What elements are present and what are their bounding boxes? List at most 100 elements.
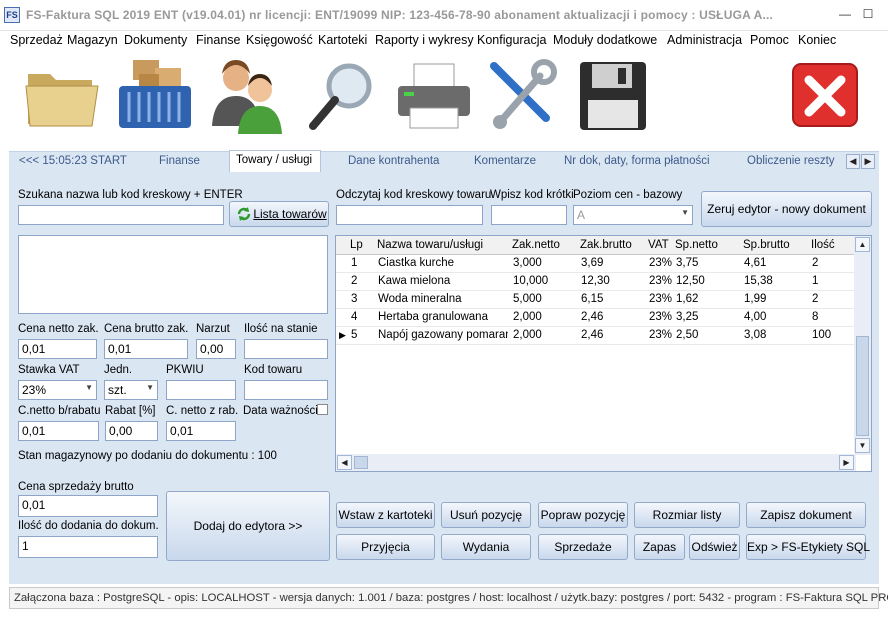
list-products-label: Lista towarów	[253, 207, 327, 221]
edit-item-button[interactable]: Popraw pozycję	[538, 502, 628, 528]
folder-icon[interactable]	[22, 56, 102, 136]
cnetto-zrab-input[interactable]: 0,01	[166, 421, 236, 441]
ilosc-na-stanie-input[interactable]	[244, 339, 328, 359]
col-nazwa[interactable]: Nazwa towaru/usługi	[377, 239, 483, 251]
items-grid[interactable]: Lp Nazwa towaru/usługi Zak.netto Zak.bru…	[335, 235, 872, 472]
menu-kartoteki[interactable]: Kartoteki	[318, 33, 367, 47]
scroll-down-icon[interactable]: ▼	[855, 438, 870, 453]
hscroll-thumb[interactable]	[354, 456, 368, 469]
issues-button[interactable]: Wydania	[441, 534, 531, 560]
shortcode-input[interactable]	[491, 205, 567, 225]
rabat-input[interactable]: 0,00	[105, 421, 158, 441]
grid-vertical-scrollbar[interactable]: ▲ ▼	[854, 236, 871, 455]
menu-magazyn[interactable]: Magazyn	[67, 33, 118, 47]
printer-icon[interactable]	[394, 56, 474, 136]
stawka-vat-label: Stawka VAT	[18, 364, 80, 376]
col-ilosc[interactable]: Ilość	[811, 239, 835, 251]
cell-sp-brutto: 4,00	[744, 311, 767, 323]
cell-nazwa: Kawa mielona	[378, 275, 451, 287]
stock-reserve-button[interactable]: Zapas	[634, 534, 685, 560]
search-label: Szukana nazwa lub kod kreskowy + ENTER	[18, 189, 243, 201]
price-level-select[interactable]: A ▼	[573, 205, 693, 225]
add-to-editor-button[interactable]: Dodaj do edytora >>	[166, 491, 330, 561]
col-vat[interactable]: VAT	[648, 239, 669, 251]
menu-sprzedaz[interactable]: Sprzedaż	[10, 33, 63, 47]
menu-konfiguracja[interactable]: Konfiguracja	[477, 33, 547, 47]
save-document-button[interactable]: Zapisz dokument	[746, 502, 866, 528]
col-zak-netto[interactable]: Zak.netto	[512, 239, 560, 251]
cell-vat: 23%	[649, 257, 673, 269]
cena-brutto-zak-input[interactable]: 0,01	[104, 339, 188, 359]
table-row[interactable]: 1 Ciastka kurche 3,000 3,69 23% 3,75 4,6…	[336, 255, 854, 273]
reset-editor-button[interactable]: Zeruj edytor - nowy dokument	[701, 191, 872, 227]
data-waznosci-checkbox[interactable]	[317, 404, 328, 415]
scroll-up-icon[interactable]: ▲	[855, 237, 870, 252]
cell-nazwa: Napój gazowany pomarańc	[378, 329, 508, 341]
sales-button[interactable]: Sprzedaże	[538, 534, 628, 560]
tab-dane-kontrahenta[interactable]: Dane kontrahenta	[348, 155, 439, 167]
table-row[interactable]: 3 Woda mineralna 5,000 6,15 23% 1,62 1,9…	[336, 291, 854, 309]
menu-pomoc[interactable]: Pomoc	[750, 33, 789, 47]
scroll-thumb[interactable]	[856, 336, 869, 436]
cell-sp-netto: 12,50	[676, 275, 705, 287]
jedn-select[interactable]: szt. ▼	[104, 380, 158, 400]
tab-nr-dok[interactable]: Nr dok, daty, forma płatności	[564, 155, 710, 167]
receipts-button[interactable]: Przyjęcia	[336, 534, 435, 560]
menu-ksiegowosc[interactable]: Księgowość	[246, 33, 313, 47]
minimize-icon[interactable]: —	[836, 6, 854, 22]
tools-icon[interactable]	[484, 56, 564, 136]
cell-ilosc: 100	[812, 329, 832, 341]
table-row[interactable]: 4 Hertaba granulowana 2,000 2,46 23% 3,2…	[336, 309, 854, 327]
tab-finanse[interactable]: Finanse	[159, 155, 200, 167]
cell-zak-netto: 10,000	[513, 275, 549, 287]
narzut-input[interactable]: 0,00	[196, 339, 236, 359]
maximize-icon[interactable]: ☐	[859, 6, 877, 22]
tab-scroll-left-icon[interactable]: ◀	[846, 154, 860, 169]
search-input[interactable]	[18, 205, 224, 225]
scroll-left-icon[interactable]: ◀	[337, 455, 352, 470]
pkwiu-input[interactable]	[166, 380, 236, 400]
sale-price-label: Cena sprzedaży brutto	[18, 481, 134, 493]
col-zak-brutto[interactable]: Zak.brutto	[580, 239, 632, 251]
qty-to-add-input[interactable]: 1	[18, 536, 158, 558]
sale-price-input[interactable]: 0,01	[18, 495, 158, 517]
refresh-button[interactable]: Odśwież	[689, 534, 740, 560]
magnifier-icon[interactable]	[303, 56, 383, 136]
menu-moduly[interactable]: Moduły dodatkowe	[553, 33, 657, 47]
col-sp-netto[interactable]: Sp.netto	[675, 239, 718, 251]
search-results-list[interactable]	[18, 235, 328, 314]
users-icon[interactable]	[208, 56, 288, 136]
tab-scroll-right-icon[interactable]: ▶	[861, 154, 875, 169]
cnetto-brabatu-input[interactable]: 0,01	[18, 421, 99, 441]
cell-sp-netto: 1,62	[676, 293, 699, 305]
warehouse-basket-icon[interactable]	[115, 56, 195, 136]
floppy-disk-icon[interactable]	[574, 56, 654, 136]
list-products-button[interactable]: Lista towarów	[229, 201, 329, 227]
tab-komentarze[interactable]: Komentarze	[474, 155, 536, 167]
col-sp-brutto[interactable]: Sp.brutto	[743, 239, 790, 251]
list-size-button[interactable]: Rozmiar listy	[634, 502, 740, 528]
tab-start[interactable]: <<< 15:05:23 START	[19, 155, 127, 167]
col-lp[interactable]: Lp	[350, 239, 363, 251]
barcode-input[interactable]	[336, 205, 483, 225]
table-row-current[interactable]: ▶ 5 Napój gazowany pomarańc 2,000 2,46 2…	[336, 327, 854, 345]
menu-koniec[interactable]: Koniec	[798, 33, 836, 47]
kod-towaru-input[interactable]	[244, 380, 328, 400]
cena-netto-zak-input[interactable]: 0,01	[18, 339, 97, 359]
export-labels-button[interactable]: Exp > FS-Etykiety SQL	[746, 534, 870, 560]
menu-finanse[interactable]: Finanse	[196, 33, 240, 47]
close-red-icon[interactable]	[787, 56, 867, 136]
scroll-right-icon[interactable]: ▶	[839, 455, 854, 470]
cell-zak-brutto: 6,15	[581, 293, 604, 305]
menu-administracja[interactable]: Administracja	[667, 33, 742, 47]
stawka-vat-select[interactable]: 23% ▼	[18, 380, 97, 400]
menu-dokumenty[interactable]: Dokumenty	[124, 33, 187, 47]
grid-horizontal-scrollbar[interactable]: ◀ ▶	[336, 454, 856, 471]
tab-towary-uslugi[interactable]: Towary / usługi	[229, 150, 322, 172]
cell-zak-brutto: 3,69	[581, 257, 604, 269]
table-row[interactable]: 2 Kawa mielona 10,000 12,30 23% 12,50 15…	[336, 273, 854, 291]
insert-from-catalog-button[interactable]: Wstaw z kartoteki	[336, 502, 435, 528]
tab-obliczenie-reszty[interactable]: Obliczenie reszty	[747, 155, 835, 167]
menu-raporty[interactable]: Raporty i wykresy	[375, 33, 474, 47]
delete-item-button[interactable]: Usuń pozycję	[441, 502, 531, 528]
